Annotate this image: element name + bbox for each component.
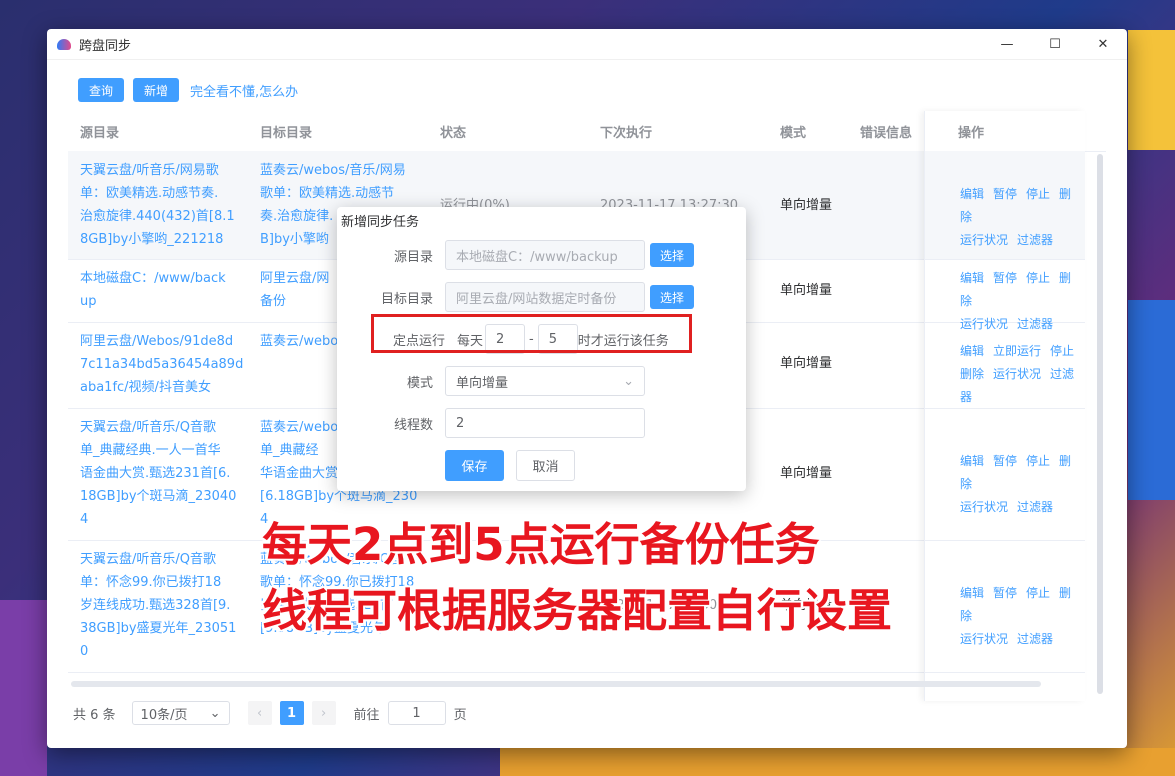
threads-input[interactable]: 2 [445,408,645,438]
chevron-down-icon: ⌄ [209,705,221,721]
header-status: 状态 [440,125,467,141]
dialog-actions: 保存 取消 [337,449,746,481]
source-dir-cell-line: 0 [80,644,89,659]
source-dir-cell-line: 单：欧美精选.动感节奏. [80,186,219,201]
source-dir-cell-line: 治愈旋律.440(432)首[8.1 [80,209,235,224]
mode-select[interactable]: 单向增量 ⌄ [445,366,645,396]
schedule-highlight-box [371,314,692,353]
fixed-ops-column [924,111,1085,701]
prev-page-icon[interactable]: ‹ [247,701,272,725]
save-button[interactable]: 保存 [445,449,504,481]
window-title: 跨盘同步 [79,38,132,54]
chevron-down-icon: ⌄ [623,373,634,389]
target-dir-cell-line: 蓝奏云/webo [260,334,339,349]
source-dir-cell[interactable]: 本地磁盘C：/www/back up [80,267,226,313]
mode-cell: 单向增量 [780,466,833,481]
source-dir-cell-line: 天翼云盘/听音乐/Q音歌 [80,420,216,435]
source-dir-cell[interactable]: 阿里云盘/Webos/91de8d 7c11a34bd5a36454a89d aba… [80,330,243,399]
header-error: 错误信息 [860,125,913,141]
source-dir-cell-line: 7c11a34bd5a36454a89d [80,357,244,372]
dialog-title: 新增同步任务 [341,215,420,230]
wallpaper-block [1128,30,1175,150]
source-dir-cell[interactable]: 天翼云盘/听音乐/Q音歌 单_典藏经典.一人一首华 语金曲大赏.甄选231首[6. 1… [80,416,236,531]
vertical-scrollbar[interactable] [1097,154,1103,694]
goto-label: 前往 [353,707,380,723]
page-size-select[interactable]: 10条/页 ⌄ [131,701,230,725]
caption-line-2: 线程可根据服务器配置自行设置 [262,584,893,637]
source-dir-cell-line: up [80,294,97,309]
mode-cell: 单向增量 [780,356,833,371]
mode-cell: 单向增量 [780,283,833,298]
threads-label: 线程数 [393,417,433,433]
source-dir-cell-line: 天翼云盘/听音乐/网易歌 [80,163,219,178]
goto-page-input[interactable]: 1 [387,701,446,725]
target-dir-cell[interactable]: 蓝奏云/webo [260,330,338,353]
header-source: 源目录 [80,125,120,141]
wallpaper-block [0,600,47,776]
source-dir-cell-line: 阿里云盘/Webos/91de8d [80,334,234,349]
source-dir-cell-line: 38GB]by盛夏光年_23051 [80,621,237,636]
header-target: 目标目录 [260,125,313,141]
source-input[interactable]: 本地磁盘C：/www/backup [445,240,645,270]
source-dir-cell[interactable]: 天翼云盘/听音乐/网易歌 单：欧美精选.动感节奏. 治愈旋律.440(432)首[8… [80,159,235,251]
mode-cell: 单向增量 [780,198,833,213]
header-next-run: 下次执行 [600,125,653,141]
mode-value: 单向增量 [456,375,509,391]
maximize-button[interactable]: ☐ [1031,29,1079,59]
page-size-value: 10条/页 [140,707,188,723]
source-dir-cell[interactable]: 天翼云盘/听音乐/Q音歌 单：怀念99.你已拨打18 岁连线成功.甄选328首[9.… [80,548,236,663]
target-dir-cell[interactable]: 阿里云盘/网 备份 [260,267,329,313]
source-dir-cell-line: 8GB]by小擎哟_221218 [80,232,224,247]
threads-row: 线程数 2 [337,407,746,439]
page-suffix: 页 [453,707,467,723]
mode-label: 模式 [406,375,433,391]
target-row: 目标目录 阿里云盘/网站数据定时备份 选择 [337,281,746,313]
source-dir-cell-line: 4 [80,512,89,527]
page-number-current[interactable]: 1 [279,701,304,725]
source-label: 源目录 [393,249,433,265]
caption-line-1: 每天2点到5点运行备份任务 [262,518,820,571]
total-count: 共 6 条 [73,707,116,723]
target-dir-cell-line: 歌单：欧美精选.动感节 [260,186,395,201]
source-dir-cell-line: 语金曲大赏.甄选231首[6. [80,466,231,481]
target-label: 目标目录 [380,291,433,307]
header-mode: 模式 [780,125,807,141]
source-dir-cell-line: 岁连线成功.甄选328首[9. [80,598,231,613]
mode-row: 模式 单向增量 ⌄ [337,365,746,397]
source-dir-cell-line: 单：怀念99.你已拨打18 [80,575,222,590]
horizontal-scrollbar[interactable] [71,681,1041,687]
minimize-button[interactable]: — [983,29,1031,59]
title-bar: 跨盘同步 — ☐ ✕ [47,29,1127,60]
wallpaper-block [500,748,1175,776]
choose-target-button[interactable]: 选择 [650,285,695,309]
cancel-button[interactable]: 取消 [516,449,575,481]
query-button[interactable]: 查询 [78,78,125,102]
close-button[interactable]: ✕ [1079,29,1127,59]
source-dir-cell-line: 天翼云盘/听音乐/Q音歌 [80,552,216,567]
target-dir-cell-line: 阿里云盘/网 [260,271,330,286]
next-page-icon[interactable]: › [311,701,336,725]
source-row: 源目录 本地磁盘C：/www/backup 选择 [337,239,746,271]
toolbar: 查询 新增 完全看不懂,怎么办 [78,78,298,102]
target-dir-cell-line: 蓝奏云/webos/音乐/网易 [260,163,406,178]
help-link[interactable]: 完全看不懂,怎么办 [190,81,298,100]
pagination: 共 6 条 10条/页 ⌄ ‹ 1 › 前往 1 页 [73,701,467,725]
wallpaper-block [1128,300,1175,500]
source-dir-cell-line: aba1fc/视频/抖音美女 [80,380,211,395]
choose-source-button[interactable]: 选择 [650,243,695,267]
target-dir-cell-line: 备份 [260,294,287,309]
source-dir-cell-line: 18GB]by个斑马滴_23040 [80,489,237,504]
cloud-app-icon [57,38,71,50]
source-dir-cell-line: 单_典藏经典.一人一首华 [80,443,221,458]
target-input[interactable]: 阿里云盘/网站数据定时备份 [445,282,645,312]
source-dir-cell-line: 本地磁盘C：/www/back [80,271,226,286]
add-button[interactable]: 新增 [133,78,180,102]
